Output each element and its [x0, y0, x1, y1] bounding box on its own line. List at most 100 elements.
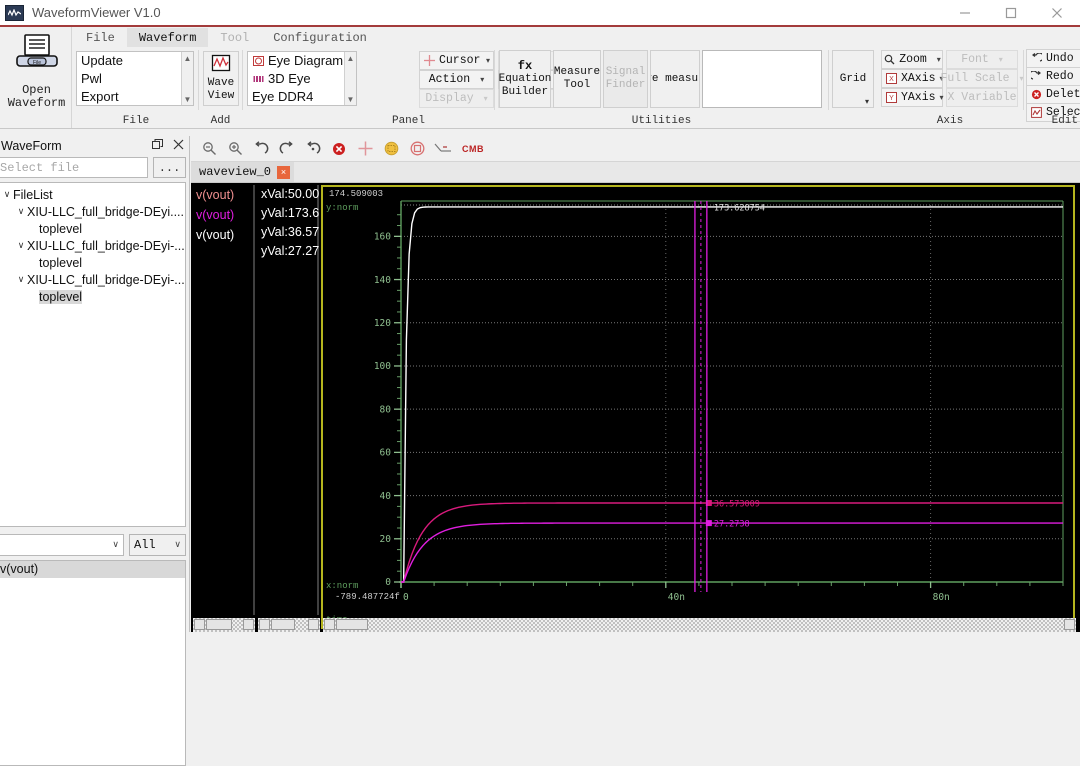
tab-waveform[interactable]: Waveform [127, 28, 209, 47]
tree-node-design-3[interactable]: ∨ XIU-LLC_full_bridge-DEyi-... [0, 271, 185, 288]
signal-name-2[interactable]: v(vout) [195, 225, 253, 245]
restore-icon[interactable] [152, 139, 163, 153]
full-scale-button[interactable]: Full Scale ▾ [946, 69, 1018, 88]
tree-node-design-2[interactable]: ∨ XIU-LLC_full_bridge-DEyi-... [0, 237, 185, 254]
signal-name-1[interactable]: v(vout) [195, 205, 253, 225]
open-waveform-button[interactable]: File Open Waveform [2, 27, 72, 128]
file-tree[interactable]: ∨ FileList ∨ XIU-LLC_full_bridge-DEyi...… [0, 182, 186, 527]
display-button[interactable]: Display ▾ [419, 89, 494, 108]
signal-name-0[interactable]: v(vout) [195, 185, 253, 205]
scroll-up-icon[interactable]: ▲ [182, 53, 193, 63]
scroll-left-button[interactable] [259, 619, 270, 630]
browse-button[interactable]: ... [153, 157, 186, 178]
scroll-right-button[interactable] [1064, 619, 1075, 630]
chevron-down-icon[interactable]: ∨ [15, 240, 27, 251]
scroll-down-icon[interactable]: ▼ [182, 94, 193, 104]
chevron-down-icon[interactable]: ∨ [15, 274, 27, 285]
tree-node-filelist[interactable]: ∨ FileList [0, 186, 185, 203]
font-button[interactable]: Font ▾ [946, 50, 1018, 69]
scroll-up-icon[interactable]: ▲ [345, 53, 356, 63]
chevron-down-icon[interactable]: ∨ [112, 540, 123, 550]
close-button[interactable] [1034, 0, 1080, 25]
undo-zoom-icon[interactable] [248, 137, 274, 161]
tree-node-toplevel-3[interactable]: toplevel [0, 288, 185, 305]
plot-horizontal-scrollbar[interactable] [323, 618, 1076, 632]
x-variable-button[interactable]: X Variable [946, 88, 1018, 107]
redo-button[interactable]: Redo [1026, 67, 1080, 86]
scroll-left-button[interactable] [194, 619, 205, 630]
measure-result-pane[interactable] [702, 50, 822, 108]
tab-tool[interactable]: Tool [208, 28, 261, 47]
redo-zoom-icon[interactable] [274, 137, 300, 161]
scrollbar-thumb[interactable] [336, 619, 368, 630]
measure-tool-button[interactable]: Measure Tool [553, 50, 601, 108]
undo-button[interactable]: Undo [1026, 49, 1080, 68]
add-cursor-icon[interactable] [352, 137, 378, 161]
svg-text:140: 140 [374, 275, 391, 286]
scrollbar-thumb[interactable] [271, 619, 295, 630]
tab-configuration[interactable]: Configuration [261, 28, 379, 47]
signal-finder-button[interactable]: Signal Finder [603, 50, 648, 108]
tree-node-design-1[interactable]: ∨ XIU-LLC_full_bridge-DEyi.... [0, 203, 185, 220]
scroll-right-button[interactable] [308, 619, 319, 630]
signal-column-scrollbar[interactable] [193, 618, 255, 632]
xaxis-button[interactable]: X XAxis ▾ [881, 69, 943, 88]
scroll-down-icon[interactable]: ▼ [345, 94, 356, 104]
svg-text:0: 0 [385, 577, 391, 588]
signal-type-combo[interactable]: All ∨ [129, 534, 186, 556]
file-actions-list[interactable]: Update Pwl Export ▲ ▼ [76, 51, 194, 106]
tab-file[interactable]: File [74, 28, 127, 47]
tree-node-toplevel-2[interactable]: toplevel [0, 254, 185, 271]
cmb-icon[interactable]: CMB [456, 137, 490, 161]
list-item-export[interactable]: Export [77, 88, 193, 106]
slope-icon[interactable] [430, 137, 456, 161]
list-item-update[interactable]: Update [77, 52, 193, 70]
signal-list[interactable]: v(vout) [0, 560, 186, 766]
scrollbar-thumb[interactable] [206, 619, 232, 630]
marker-icon[interactable] [404, 137, 430, 161]
cursor-button[interactable]: Cursor ▾ [419, 51, 494, 70]
signal-filter-combo[interactable]: ∨ [0, 534, 124, 556]
panel-list-scrollbar[interactable]: ▲ ▼ [344, 52, 356, 105]
select-file-input[interactable]: Select file [0, 157, 148, 178]
zoom-out-icon[interactable] [196, 137, 222, 161]
delete-cursor-icon[interactable] [326, 137, 352, 161]
dock-header: WaveForm [0, 136, 190, 155]
highlight-icon[interactable] [378, 137, 404, 161]
file-stack-icon: File [14, 33, 60, 76]
equation-builder-button[interactable]: fx Equation Builder [499, 50, 551, 108]
tree-label: XIU-LLC_full_bridge-DEyi-... [27, 273, 185, 287]
chevron-down-icon[interactable]: ∨ [1, 189, 13, 200]
wave-tab-waveview-0[interactable]: waveview_0 × [191, 162, 294, 182]
minimize-button[interactable] [942, 0, 988, 25]
tree-node-toplevel-1[interactable]: toplevel [0, 220, 185, 237]
scroll-right-button[interactable] [243, 619, 254, 630]
waveform-plot[interactable]: 020406080100120140160040n80n173.62875436… [321, 185, 1075, 629]
equation-builder-line1: Equation [499, 73, 552, 86]
wave-tab-close-icon[interactable]: × [277, 166, 290, 179]
panel-type-list[interactable]: Eye Diagram 3D Eye Eye DDR4 ▲ ▼ [247, 51, 357, 106]
action-button[interactable]: Action ▾ [419, 70, 494, 89]
list-item-3d-eye[interactable]: 3D Eye [248, 70, 356, 88]
value-column-scrollbar[interactable] [258, 618, 320, 632]
signal-list-item[interactable]: v(vout) [0, 561, 185, 578]
maximize-button[interactable] [988, 0, 1034, 25]
scroll-left-button[interactable] [324, 619, 335, 630]
eye-ddr4-label: Eye DDR4 [252, 89, 313, 105]
list-item-eye-diagram[interactable]: Eye Diagram [248, 52, 356, 70]
wave-view-button[interactable]: Wave View [203, 51, 239, 106]
file-list-scrollbar[interactable]: ▲ ▼ [181, 52, 193, 105]
scrollbar-track[interactable] [323, 618, 1076, 632]
list-item-eye-ddr4[interactable]: Eye DDR4 [248, 88, 356, 106]
zoom-in-icon[interactable] [222, 137, 248, 161]
dock-close-icon[interactable] [173, 139, 184, 153]
zoom-button[interactable]: Zoom ▾ [881, 50, 943, 69]
chevron-down-icon[interactable]: ∨ [15, 206, 27, 217]
list-item-pwl[interactable]: Pwl [77, 70, 193, 88]
yaxis-button[interactable]: Y YAxis ▾ [881, 88, 943, 107]
delete-button[interactable]: Delete [1026, 85, 1080, 104]
reset-zoom-icon[interactable] [300, 137, 326, 161]
save-measure-button[interactable]: ve measur [650, 50, 700, 108]
grid-chevron-down-icon[interactable]: ▾ [865, 97, 869, 106]
chevron-down-icon[interactable]: ∨ [174, 540, 185, 550]
